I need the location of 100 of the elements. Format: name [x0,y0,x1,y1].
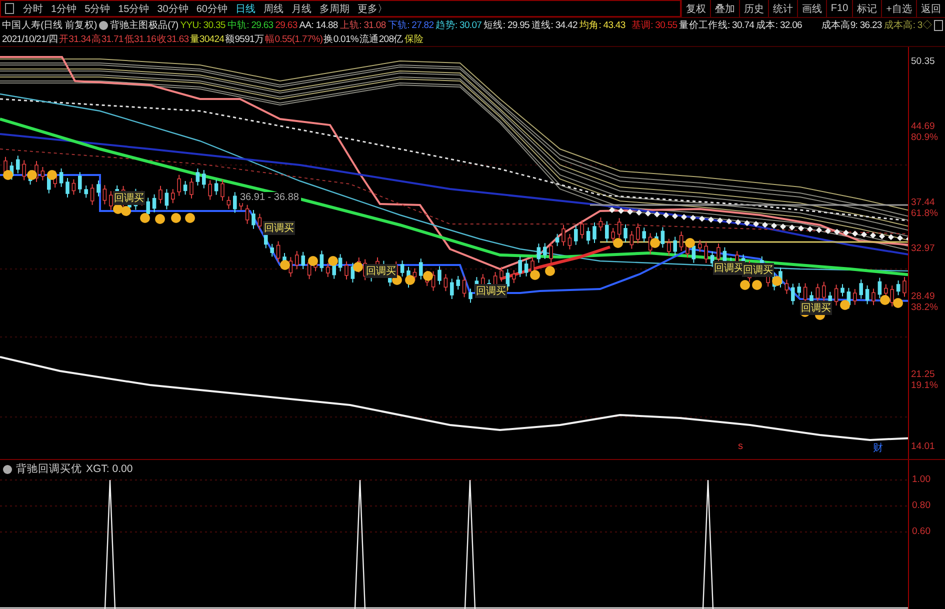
quote-value: 保险 [404,32,424,46]
percent-label: 19.1% [911,380,938,391]
price-label: 44.69 [911,121,935,132]
price-label: 50.35 [911,56,935,67]
period-tab[interactable]: 15分钟 [114,2,154,16]
signal-dot-icon [280,260,290,270]
period-tab[interactable]: 分时 [19,2,47,16]
indicator-icon[interactable] [98,20,108,30]
percent-label: 38.2% [911,302,938,313]
period-tab[interactable]: 60分钟 [192,2,232,16]
signal-label: 回调买 [475,284,507,298]
indicator-value: XGT: 0.00 [86,463,133,475]
quote-value: 幅0.55(1.77%) [265,32,323,46]
signal-dot-icon [121,206,131,216]
indicator-value: 均角: 43.43 [579,18,626,32]
chart-label: 财 [873,442,883,455]
signal-dot-icon [353,262,363,272]
period-tab[interactable]: 日线 [232,2,260,16]
signal-dot-icon [405,275,415,285]
signal-label: 回调买 [365,264,397,278]
signal-dot-icon [880,295,890,305]
signal-dot-icon [740,280,750,290]
indicator-icon[interactable] [3,464,12,474]
toolbar-button[interactable]: 返回 [916,0,945,17]
indicator-value: 上轨: 31.08 [340,18,386,32]
quote-value: 量30424 [190,32,224,46]
period-tab[interactable]: 1分钟 [47,2,81,16]
quote-value: 收31.63 [157,32,189,46]
signal-dot-icon [423,271,433,281]
panel-toggle-icon[interactable] [5,3,14,14]
signal-dot-icon [140,213,150,223]
indicator-value: 下轨: 27.82 [388,18,434,32]
signal-dot-icon [772,276,782,286]
toolbar-button[interactable]: F10 [826,0,852,17]
quote-value: 开31.34 [59,32,91,46]
period-tab[interactable]: 周线 [260,2,288,16]
toolbar-button[interactable]: 画线 [796,0,826,17]
signal-dot-icon [840,300,850,310]
signal-dot-icon [47,170,57,180]
indicator-value: 趋势: 30.07 [436,18,482,32]
indicator-value: 短线: 29.95 [484,18,530,32]
axis-label: 0.80 [912,500,930,511]
signal-dot-icon [308,256,318,266]
price-label: 32.97 [911,243,935,254]
indicator-value: 成本高9: 36.23 [821,18,882,32]
toolbar-button[interactable]: +自选 [881,0,916,17]
toolbar-button[interactable]: 统计 [768,0,797,17]
signal-dot-icon [545,266,555,276]
signal-dot-icon [650,238,660,248]
signal-dot-icon [27,170,37,180]
period-tab[interactable]: 月线 [288,2,316,16]
period-tab[interactable]: 更多〉 [354,2,392,16]
signal-dot-icon [3,170,13,180]
signal-dot-icon [530,270,540,280]
price-label: 37.44 [911,197,935,208]
indicator-value: 中轨: 29.63 [227,18,274,32]
signal-dot-icon [185,213,195,223]
chart-label: s [738,441,743,452]
axis-label: 1.00 [912,474,930,485]
signal-label: 回调买 [113,191,145,205]
price-label: 14.01 [911,441,935,452]
chart-label: 36.91 - 36.88 [238,192,301,203]
indicator-value: 基调: 30.55 [631,18,678,32]
signal-dot-icon [155,214,165,224]
indicator-value: AA: 14.88 [299,20,338,30]
indicator-value: 道线: 34.42 [531,18,578,32]
signal-dot-icon [893,298,903,308]
indicator-value: 量价工作线: 30.74 [679,18,754,32]
quote-value: 高31.71 [92,32,124,46]
signal-dot-icon [685,238,695,248]
indicator-value: YYU: 30.35 [180,20,226,30]
price-label: 28.49 [911,291,935,302]
signal-label: 回调买 [263,221,295,235]
indicator-value: 成本高: 3◇ [884,18,932,32]
quote-value: 流通208亿 [360,32,404,46]
toolbar-button[interactable]: 历史 [738,0,768,17]
signal-dot-icon [328,256,338,266]
signal-dot-icon [613,238,623,248]
indicator-value: 成本: 32.06 [756,18,802,32]
signal-dot-icon [171,213,181,223]
quote-value: 低31.16 [124,32,156,46]
stock-title: 中国人寿(日线 前复权) [2,18,97,32]
percent-label: 61.8% [911,208,938,219]
quote-value: 额9591万 [225,32,264,46]
panel-toggle-icon[interactable] [934,20,943,30]
signal-dot-icon [752,280,762,290]
percent-label: 80.9% [911,132,938,143]
period-tab[interactable]: 5分钟 [80,2,114,16]
axis-label: 0.60 [912,526,930,537]
toolbar-button[interactable]: 复权 [680,0,710,17]
indicator-value: 29.63 [275,20,298,30]
indicator-name[interactable]: 背驰主图极品(7) [110,18,178,32]
period-tab[interactable]: 多周期 [316,2,354,16]
signal-label: 回调买 [800,301,832,315]
price-label: 21.25 [911,369,935,380]
period-tab[interactable]: 30分钟 [153,2,192,16]
toolbar-button[interactable]: 标记 [852,0,882,17]
quote-value: 2021/10/21/四 [2,32,58,46]
toolbar-button[interactable]: 叠加 [710,0,739,17]
indicator-name[interactable]: 背驰回调买优 [16,462,82,476]
